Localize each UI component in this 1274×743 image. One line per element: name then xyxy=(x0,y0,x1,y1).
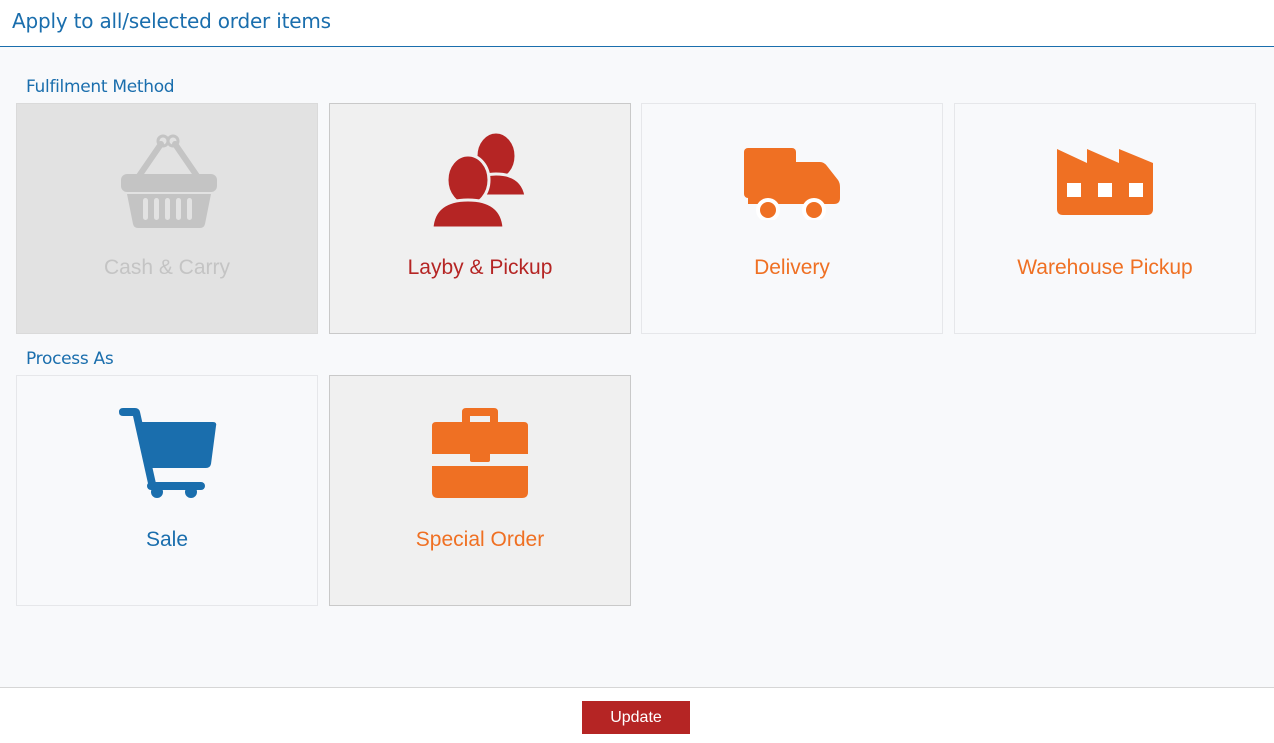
cash-carry-label: Cash & Carry xyxy=(103,256,231,279)
special-order-tile[interactable]: Special Order xyxy=(329,375,631,606)
dialog-header: Apply to all/selected order items xyxy=(0,0,1274,47)
layby-pickup-tile[interactable]: Layby & Pickup xyxy=(329,103,631,334)
cart-icon xyxy=(112,402,222,502)
update-button[interactable]: Update xyxy=(582,701,690,734)
basket-icon xyxy=(112,130,222,230)
process-as-label: Process As xyxy=(26,349,114,369)
sale-tile[interactable]: Sale xyxy=(16,375,318,606)
factory-icon xyxy=(1050,130,1160,230)
warehouse-pickup-label: Warehouse Pickup xyxy=(1017,256,1193,279)
dialog-body: Fulfilment Method Cash & Carry Layby & P… xyxy=(0,47,1274,687)
dialog-title: Apply to all/selected order items xyxy=(12,9,331,33)
briefcase-icon xyxy=(425,402,535,502)
delivery-tile[interactable]: Delivery xyxy=(641,103,943,334)
special-order-label: Special Order xyxy=(415,528,545,551)
cash-carry-tile: Cash & Carry xyxy=(16,103,318,334)
warehouse-pickup-tile[interactable]: Warehouse Pickup xyxy=(954,103,1256,334)
dialog-footer: Update xyxy=(0,687,1274,743)
truck-icon xyxy=(737,130,847,230)
layby-pickup-label: Layby & Pickup xyxy=(407,256,553,279)
delivery-label: Delivery xyxy=(754,256,830,279)
fulfilment-method-label: Fulfilment Method xyxy=(26,77,175,97)
sale-label: Sale xyxy=(145,528,189,551)
users-icon xyxy=(425,130,535,230)
